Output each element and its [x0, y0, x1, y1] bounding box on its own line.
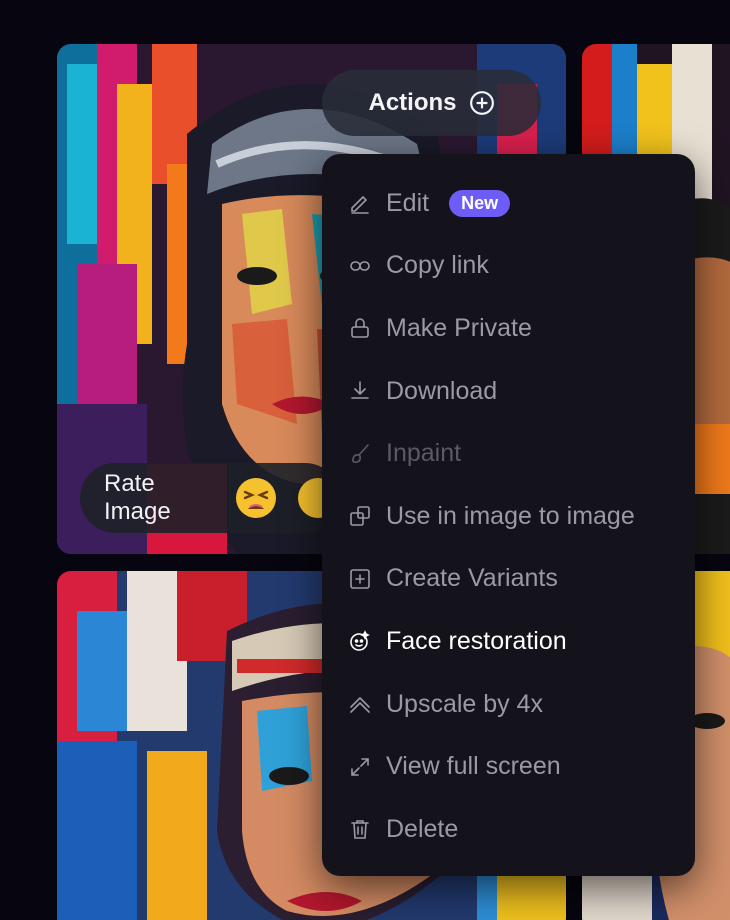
download-icon: [348, 379, 372, 403]
lock-icon: [348, 316, 372, 340]
menu-item-upscale[interactable]: Upscale by 4x: [322, 673, 695, 736]
menu-item-view-full-screen[interactable]: View full screen: [322, 735, 695, 798]
actions-button[interactable]: Actions: [322, 70, 541, 136]
menu-item-label: Download: [386, 376, 498, 405]
menu-item-label: Face restoration: [386, 626, 567, 655]
menu-item-label: Upscale by 4x: [386, 689, 544, 718]
menu-item-make-private[interactable]: Make Private: [322, 297, 695, 360]
menu-item-label: Inpaint: [386, 439, 462, 468]
rate-image-label: Rate Image: [104, 470, 171, 525]
actions-button-label: Actions: [368, 89, 457, 116]
gallery-page: Actions Rate Image Edit New Copy link Ma…: [0, 0, 730, 920]
rate-image-pill[interactable]: Rate Image: [80, 463, 340, 533]
plus-circle-icon: [469, 90, 495, 116]
actions-menu: Edit New Copy link Make Private Download…: [322, 154, 695, 876]
brush-icon: [348, 442, 372, 466]
menu-item-label: Edit: [386, 188, 430, 217]
expand-icon: [348, 755, 372, 779]
menu-item-face-restoration[interactable]: Face restoration: [322, 610, 695, 673]
menu-item-inpaint: Inpaint: [322, 422, 695, 485]
link-icon: [348, 254, 372, 278]
face-restore-icon: [348, 629, 372, 653]
menu-item-image-to-image[interactable]: Use in image to image: [322, 485, 695, 548]
menu-item-download[interactable]: Download: [322, 360, 695, 423]
menu-item-label: Use in image to image: [386, 501, 635, 530]
new-badge: New: [449, 189, 511, 217]
menu-item-create-variants[interactable]: Create Variants: [322, 548, 695, 611]
menu-item-delete[interactable]: Delete: [322, 798, 695, 861]
menu-item-label: Copy link: [386, 251, 489, 280]
image-to-image-icon: [348, 504, 372, 528]
menu-item-label: Delete: [386, 814, 459, 843]
menu-item-copy-link[interactable]: Copy link: [322, 235, 695, 298]
menu-item-label: Make Private: [386, 313, 532, 342]
menu-item-label: View full screen: [386, 752, 561, 781]
menu-item-edit[interactable]: Edit New: [322, 172, 695, 235]
upscale-icon: [348, 692, 372, 716]
menu-item-label: Create Variants: [386, 564, 558, 593]
pencil-icon: [348, 191, 372, 215]
tired-face-icon[interactable]: [234, 476, 278, 520]
plus-square-icon: [348, 567, 372, 591]
trash-icon: [348, 817, 372, 841]
